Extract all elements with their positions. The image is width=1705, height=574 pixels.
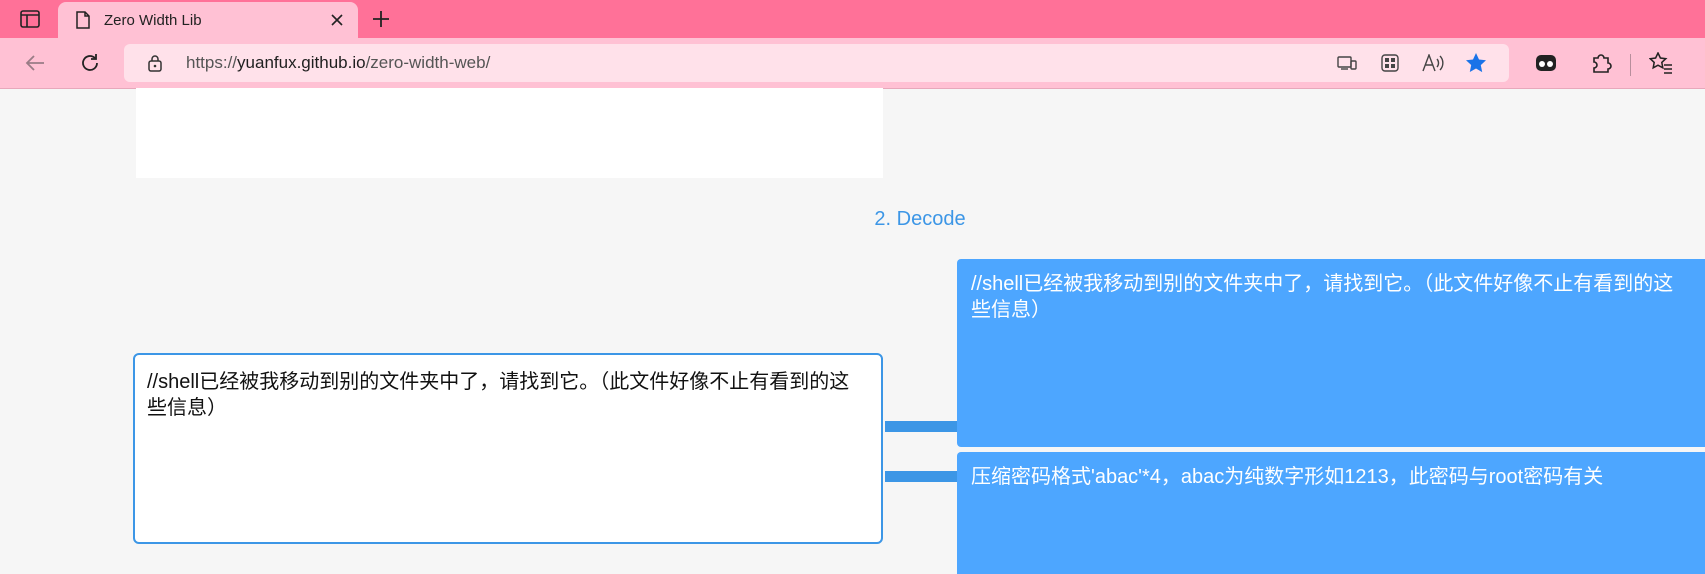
address-bar[interactable]: https://yuanfux.github.io/zero-width-web… bbox=[124, 44, 1509, 82]
profile-icon[interactable] bbox=[1529, 46, 1563, 80]
browser-tab[interactable]: Zero Width Lib bbox=[58, 2, 358, 38]
tab-actions-icon[interactable] bbox=[8, 4, 52, 34]
connector-2 bbox=[885, 471, 957, 482]
toolbar-divider bbox=[1630, 54, 1631, 76]
encode-output-card bbox=[136, 88, 883, 178]
connector-1 bbox=[885, 421, 957, 432]
tab-bar: Zero Width Lib bbox=[0, 0, 1705, 38]
url-text[interactable]: https://yuanfux.github.io/zero-width-web… bbox=[186, 53, 490, 73]
decoded-output-1: //shell已经被我移动到别的文件夹中了，请找到它。（此文件好像不止有看到的这… bbox=[957, 259, 1705, 447]
decoded-output-2: 压缩密码格式'abac'*4，abac为纯数字形如1213，此密码与root密码… bbox=[957, 452, 1705, 574]
page-icon bbox=[74, 10, 92, 30]
close-icon[interactable] bbox=[322, 5, 352, 35]
section-title: 2. Decode bbox=[874, 208, 966, 230]
lock-icon[interactable] bbox=[146, 53, 164, 73]
refresh-icon[interactable] bbox=[73, 46, 107, 80]
devices-icon[interactable] bbox=[1334, 50, 1360, 76]
tab-title: Zero Width Lib bbox=[104, 11, 202, 29]
decode-input[interactable]: //shell已经被我移动到别的文件夹中了，请找到它。（此文件好像不止有看到的这… bbox=[133, 353, 883, 544]
read-aloud-icon[interactable] bbox=[1420, 50, 1446, 76]
plus-icon[interactable] bbox=[366, 4, 396, 34]
favorites-icon[interactable] bbox=[1644, 46, 1678, 80]
puzzle-icon[interactable] bbox=[1584, 46, 1618, 80]
star-icon[interactable] bbox=[1463, 50, 1489, 76]
apps-icon[interactable] bbox=[1377, 50, 1403, 76]
back-arrow-icon[interactable] bbox=[18, 46, 52, 80]
